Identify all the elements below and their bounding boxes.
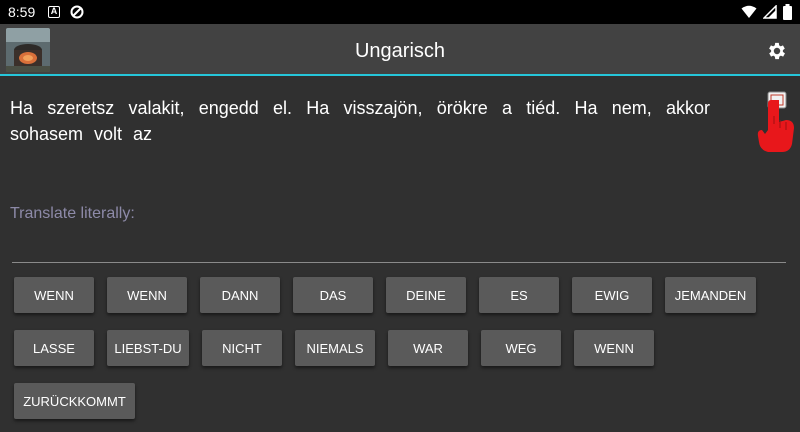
wifi-icon — [741, 5, 757, 18]
word-button[interactable]: NIEMALS — [295, 330, 375, 366]
sync-icon — [70, 5, 84, 19]
status-right — [741, 4, 792, 20]
word-button[interactable]: ZURÜCKKOMMT — [14, 383, 135, 419]
status-time: 8:59 — [8, 4, 36, 20]
word-button[interactable]: DAS — [293, 277, 373, 313]
source-sentence: Ha szeretsz valakit, engedd el. Ha vissz… — [10, 98, 710, 144]
word-button[interactable]: LASSE — [14, 330, 94, 366]
translate-hint: Translate literally: — [10, 205, 135, 222]
app-title: Ungarisch — [354, 40, 446, 62]
word-button[interactable]: JEMANDEN — [665, 277, 756, 313]
notification-a-icon: A — [48, 6, 60, 18]
word-button[interactable]: WAR — [388, 330, 468, 366]
word-button[interactable]: WENN — [107, 277, 187, 313]
status-bar: 8:59 A — [0, 0, 800, 24]
word-button[interactable]: WENN — [574, 330, 654, 366]
word-button[interactable]: ES — [479, 277, 559, 313]
app-bar: Ungarisch — [0, 24, 800, 76]
word-button[interactable]: DEINE — [386, 277, 466, 313]
word-button[interactable]: DANN — [200, 277, 280, 313]
gear-icon[interactable] — [766, 40, 788, 62]
word-button[interactable]: WENN — [14, 277, 94, 313]
battery-icon — [783, 4, 792, 20]
divider — [12, 262, 786, 263]
tap-hand-icon[interactable] — [756, 90, 798, 154]
word-button[interactable]: EWIG — [572, 277, 652, 313]
word-button[interactable]: WEG — [481, 330, 561, 366]
word-button[interactable]: LIEBST-DU — [107, 330, 189, 366]
signal-icon — [763, 5, 777, 19]
word-button[interactable]: NICHT — [202, 330, 282, 366]
